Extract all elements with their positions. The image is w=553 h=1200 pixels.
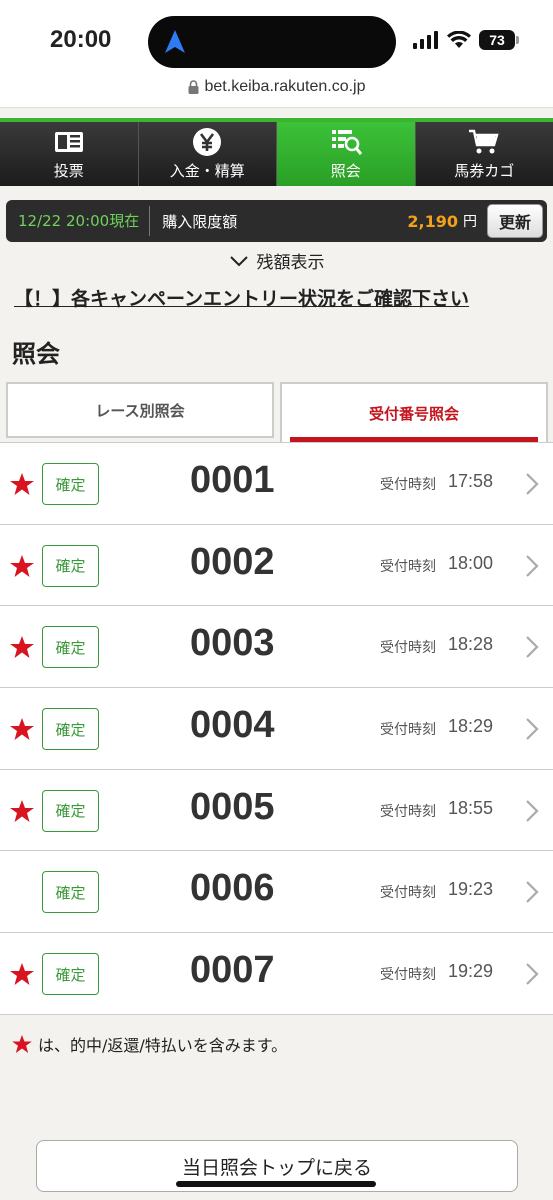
chevron-right-icon: [526, 473, 539, 495]
lock-icon: [188, 80, 198, 94]
chevron-right-icon: [526, 799, 539, 822]
tab-by-race[interactable]: レース別照会: [6, 382, 274, 438]
receipt-time-label: 受付時刻: [380, 967, 436, 984]
receipt-time-label: 受付時刻: [380, 640, 436, 657]
nav-label: 投票: [53, 161, 84, 180]
chevron-right-icon: [526, 554, 539, 577]
status-badge: 確定: [42, 789, 99, 832]
chevron-down-icon: [229, 255, 248, 266]
receipt-time: 18:28: [448, 634, 494, 655]
nav-label: 入金・精算: [169, 161, 245, 180]
receipt-time: 19:29: [448, 961, 494, 982]
status-badge: 確定: [42, 544, 99, 587]
nav-item-inquiry[interactable]: 照会: [277, 122, 416, 186]
ticket-icon: [54, 131, 83, 152]
nav-item-deposit[interactable]: 入金・精算: [138, 122, 277, 186]
balance-toggle[interactable]: 残額表示: [0, 248, 553, 273]
receipt-time: 18:29: [448, 716, 494, 737]
table-row[interactable]: 確定 0006 受付時刻 19:23: [0, 851, 553, 934]
location-arrow-icon: [165, 30, 185, 53]
receipt-time-label: 受付時刻: [380, 477, 436, 493]
battery-indicator: 73: [479, 30, 519, 50]
info-datetime: 12/22 20:00現在: [6, 206, 151, 236]
receipt-number: 0006: [190, 867, 275, 910]
star-icon: [10, 799, 34, 822]
signal-icon: [413, 31, 438, 49]
status-bar: 20:00 73: [0, 0, 553, 76]
table-row[interactable]: 確定 0005 受付時刻 18:55: [0, 769, 553, 852]
star-icon: [12, 1035, 32, 1053]
chevron-right-icon: [526, 718, 539, 740]
receipt-time: 17:58: [448, 471, 494, 491]
wifi-icon: [447, 31, 471, 48]
table-row[interactable]: 確定 0001 受付時刻 17:58: [0, 443, 553, 525]
yen-icon: [193, 127, 222, 156]
table-row[interactable]: 確定 0002 受付時刻 18:00: [0, 524, 553, 607]
cart-icon: [469, 129, 499, 153]
status-time: 20:00: [50, 26, 112, 53]
balance-toggle-label: 残額表示: [256, 253, 325, 273]
table-row[interactable]: 確定 0004 受付時刻 18:29: [0, 688, 553, 770]
receipt-time-label: 受付時刻: [380, 885, 436, 902]
status-icons: 73: [413, 30, 519, 50]
campaign-link[interactable]: 【！】各キャンペーンエントリー状況をご確認下さい: [14, 284, 469, 311]
nav-item-vote[interactable]: 投票: [0, 122, 139, 186]
currency-unit: 円: [463, 214, 477, 230]
status-badge: 確定: [42, 626, 99, 669]
page-title: 照会: [12, 340, 60, 368]
home-indicator[interactable]: [176, 1181, 376, 1187]
chevron-right-icon: [526, 881, 539, 904]
refresh-button[interactable]: 更新: [487, 204, 543, 238]
receipt-list: 確定 0001 受付時刻 17:58 確定 0002 受付時刻 18:00 確定…: [0, 442, 553, 1015]
nav-item-cart[interactable]: 馬券カゴ: [415, 122, 553, 186]
receipt-time-label: 受付時刻: [380, 722, 436, 739]
star-icon: [10, 636, 34, 659]
receipt-time-label: 受付時刻: [380, 803, 436, 820]
status-badge: 確定: [42, 871, 99, 914]
status-badge: 確定: [42, 708, 99, 751]
purchase-limit-amount: 2,190: [407, 211, 458, 231]
status-badge: 確定: [42, 953, 99, 996]
chevron-right-icon: [526, 963, 539, 985]
inquiry-icon: [331, 129, 362, 155]
legend-note: は、的中/返還/特払いを含みます。: [12, 1032, 287, 1056]
purchase-limit-label: 購入限度額: [162, 212, 238, 231]
receipt-number: 0003: [190, 622, 275, 665]
legend-note-text: は、的中/返還/特払いを含みます。: [38, 1036, 288, 1055]
chevron-right-icon: [526, 636, 539, 659]
inquiry-tabs: レース別照会 受付番号照会: [0, 382, 553, 442]
receipt-number: 0005: [190, 785, 275, 828]
star-icon: [10, 554, 34, 577]
tab-by-number[interactable]: 受付番号照会: [280, 382, 548, 442]
table-row[interactable]: 確定 0007 受付時刻 19:29: [0, 933, 553, 1015]
receipt-time-label: 受付時刻: [380, 558, 436, 575]
nav-label: 照会: [330, 161, 361, 180]
table-row[interactable]: 確定 0003 受付時刻 18:28: [0, 606, 553, 689]
receipt-time: 19:23: [448, 879, 494, 900]
star-icon: [10, 963, 34, 986]
star-icon: [10, 718, 34, 741]
receipt-time: 18:55: [448, 797, 494, 818]
receipt-time: 18:00: [448, 552, 494, 573]
receipt-number: 0002: [190, 540, 275, 583]
address-bar[interactable]: bet.keiba.rakuten.co.jp: [0, 72, 553, 108]
receipt-number: 0001: [190, 459, 275, 501]
status-badge: 確定: [42, 463, 99, 505]
receipt-number: 0007: [190, 949, 275, 992]
main-nav: 投票 入金・精算 照会 馬券カゴ: [0, 122, 553, 186]
star-icon: [10, 473, 34, 495]
nav-label: 馬券カゴ: [454, 161, 515, 180]
account-info-bar: 12/22 20:00現在 購入限度額 2,190 円 更新: [6, 200, 547, 242]
url-text: bet.keiba.rakuten.co.jp: [204, 78, 366, 95]
receipt-number: 0004: [190, 704, 275, 747]
